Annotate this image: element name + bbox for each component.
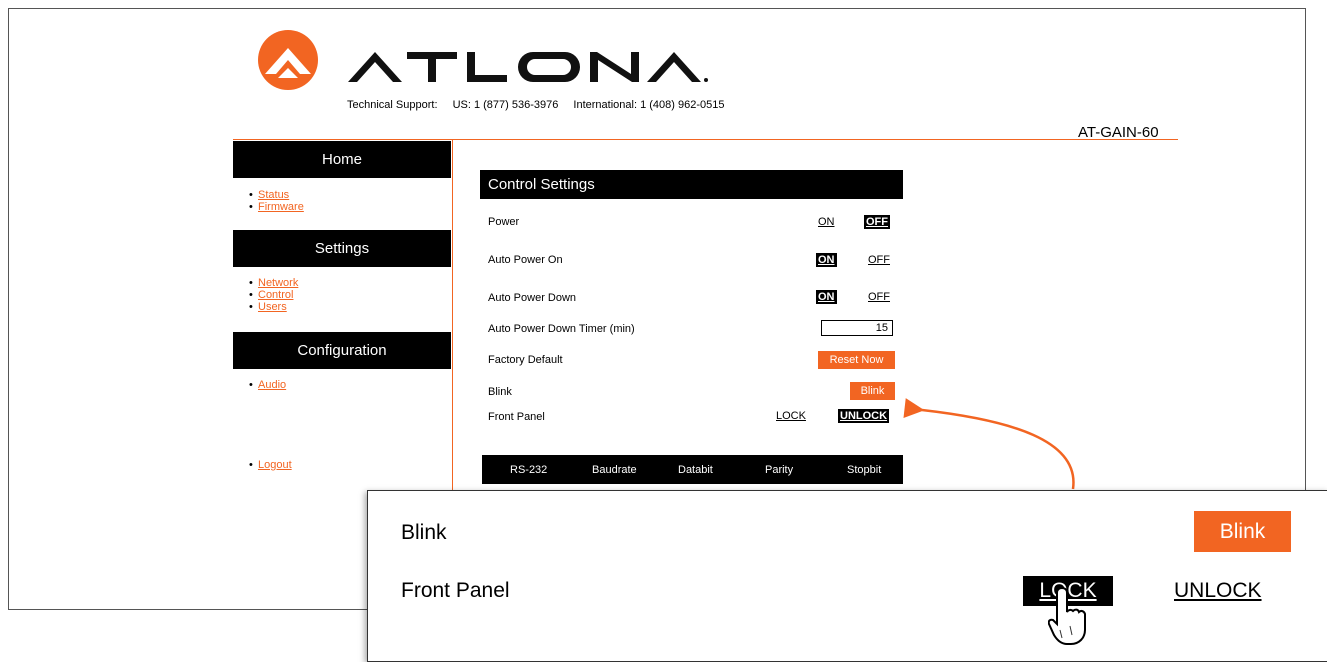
- zoom-front-panel-label: Front Panel: [401, 579, 510, 602]
- technical-support-line: Technical Support: US: 1 (877) 536-3976 …: [347, 99, 736, 111]
- rs232-col-parity: Parity: [765, 464, 794, 476]
- nav-link-firmware[interactable]: Firmware: [258, 201, 304, 213]
- nav-list-logout: Logout: [258, 459, 292, 471]
- auto-power-down-label: Auto Power Down: [488, 292, 577, 304]
- power-off-option[interactable]: OFF: [864, 215, 890, 229]
- auto-power-down-on-option[interactable]: ON: [816, 290, 837, 304]
- rs232-col-stopbit: Stopbit: [847, 464, 882, 476]
- support-us-phone: US: 1 (877) 536-3976: [452, 99, 559, 111]
- front-panel-label: Front Panel: [488, 411, 545, 423]
- zoom-blink-button[interactable]: Blink: [1194, 511, 1291, 552]
- factory-default-label: Factory Default: [488, 354, 563, 366]
- zoom-unlock-option[interactable]: UNLOCK: [1174, 579, 1262, 603]
- power-label: Power: [488, 216, 520, 228]
- blink-label: Blink: [488, 386, 512, 398]
- rs232-col-baudrate: Baudrate: [592, 464, 637, 476]
- control-settings-title: Control Settings: [480, 170, 903, 199]
- rs232-col-rs232: RS-232: [510, 464, 548, 476]
- rs232-table-header: RS-232 Baudrate Databit Parity Stopbit: [482, 455, 903, 490]
- atlona-logo: [258, 30, 708, 90]
- timer-label: Auto Power Down Timer (min): [488, 323, 635, 335]
- nav-header-settings: Settings: [233, 230, 451, 267]
- nav-list-home: Status Firmware: [258, 189, 304, 213]
- nav-header-configuration: Configuration: [233, 332, 451, 369]
- hand-cursor-icon: [1048, 586, 1086, 645]
- zoom-inset: Blink Blink Front Panel LOCK UNLOCK: [367, 490, 1327, 662]
- nav-list-configuration: Audio: [258, 379, 286, 391]
- auto-power-down-off-option[interactable]: OFF: [866, 290, 892, 304]
- auto-power-on-off-option[interactable]: OFF: [866, 253, 892, 267]
- front-panel-unlock-option[interactable]: UNLOCK: [838, 409, 890, 423]
- nav-link-audio[interactable]: Audio: [258, 379, 286, 391]
- reset-now-button[interactable]: Reset Now: [818, 351, 895, 369]
- sidebar-divider: [452, 140, 453, 490]
- timer-input[interactable]: 15: [821, 320, 893, 336]
- auto-power-on-label: Auto Power On: [488, 254, 563, 266]
- auto-power-on-on-option[interactable]: ON: [816, 253, 837, 267]
- nav-link-network[interactable]: Network: [258, 277, 298, 289]
- blink-button[interactable]: Blink: [850, 382, 895, 400]
- logout-link[interactable]: Logout: [258, 459, 292, 471]
- nav-link-control[interactable]: Control: [258, 289, 298, 301]
- nav-list-settings: Network Control Users: [258, 277, 298, 313]
- rs232-col-databit: Databit: [678, 464, 713, 476]
- nav-header-home: Home: [233, 141, 451, 178]
- zoom-blink-label: Blink: [401, 521, 447, 544]
- nav-link-users[interactable]: Users: [258, 301, 298, 313]
- support-intl-phone: International: 1 (408) 962-0515: [573, 99, 725, 111]
- support-label: Technical Support:: [347, 99, 438, 111]
- power-on-option[interactable]: ON: [816, 215, 837, 229]
- nav-link-status[interactable]: Status: [258, 189, 304, 201]
- header-divider: [233, 139, 1178, 140]
- front-panel-lock-option[interactable]: LOCK: [774, 409, 808, 423]
